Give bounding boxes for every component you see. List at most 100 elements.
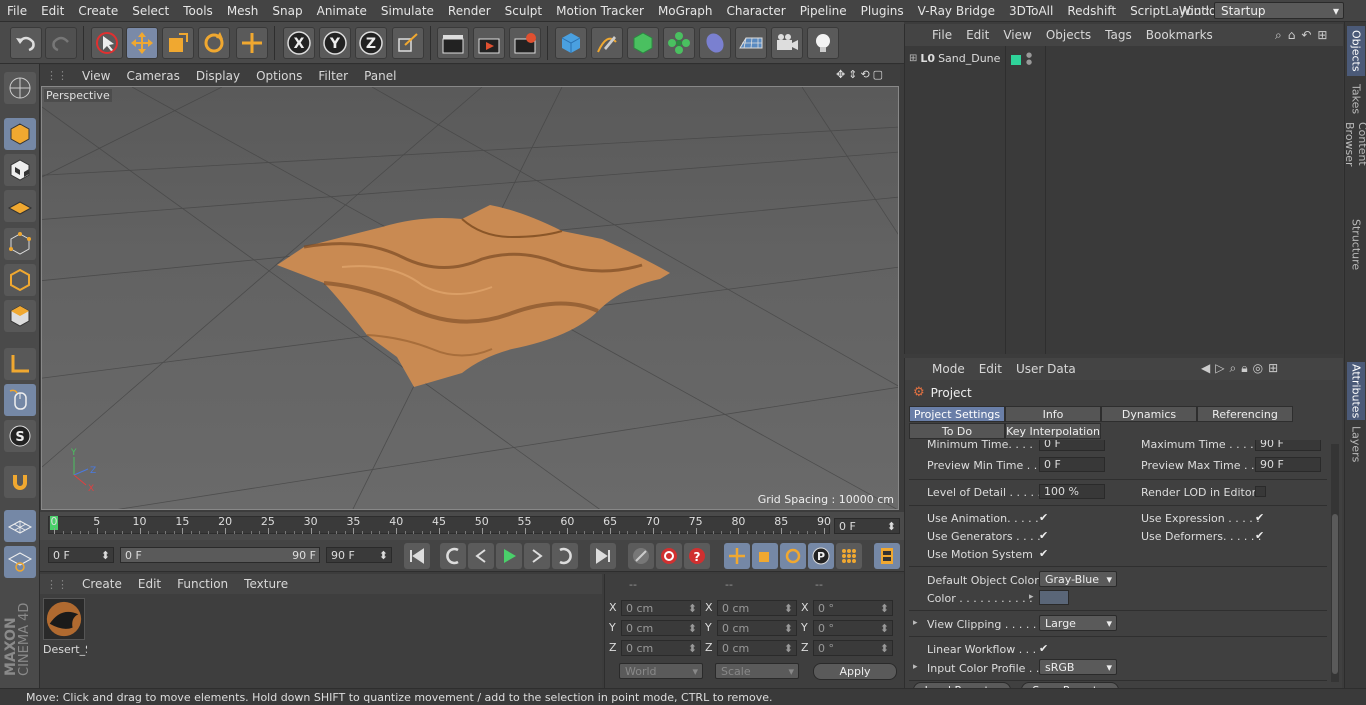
texture-mode-button[interactable] [4,154,36,186]
menu-pipeline[interactable]: Pipeline [793,4,854,18]
layout-dropdown[interactable]: Startup ▾ [1214,2,1344,19]
search-icon[interactable]: ⌕ [1275,28,1282,43]
search-icon[interactable]: ⌕ [1229,361,1236,376]
object-menu-view[interactable]: View [996,28,1038,42]
next-frame-button[interactable] [524,543,550,569]
deformer-button[interactable] [699,27,731,59]
current-frame-field[interactable]: 0 F ⬍ [834,518,900,534]
viewport-menu-view[interactable]: View [74,69,118,83]
coords-scale-dropdown[interactable]: Scale ▾ [715,663,799,679]
coord-rotation-field[interactable]: 0 ° ⬍ [813,640,893,656]
preview-min-field[interactable]: 0 F [1039,457,1105,472]
default-object-color-dropdown[interactable]: Gray-Blue ▾ [1039,571,1117,587]
enable-axis-button[interactable] [4,348,36,380]
snap-toggle-button[interactable]: S [4,420,36,452]
object-row-sand-dune[interactable]: ⊞ L0 Sand_Dune [909,52,1000,65]
menu-create[interactable]: Create [71,4,125,18]
object-menu-tags[interactable]: Tags [1098,28,1139,42]
menu-mesh[interactable]: Mesh [220,4,266,18]
render-lod-checkbox[interactable] [1255,486,1266,497]
end-frame-field[interactable]: 90 F ⬍ [326,547,392,563]
tab-referencing[interactable]: Referencing [1197,406,1293,422]
tweak-mode-button[interactable] [4,384,36,416]
auto-key-button[interactable]: ? [684,543,710,569]
viewport-menu-panel[interactable]: Panel [356,69,404,83]
material-swatch[interactable] [43,598,85,640]
tab-key-interpolation[interactable]: Key Interpolation [1005,423,1101,439]
vtab-takes[interactable]: Takes [1347,80,1365,118]
undo-button[interactable] [10,27,42,59]
material-menu-function[interactable]: Function [169,577,236,591]
menu-motion-tracker[interactable]: Motion Tracker [549,4,651,18]
expand-arrow-icon[interactable]: ▸ [1029,592,1034,602]
vtab-content-browser[interactable]: Content Browser [1343,122,1366,212]
material-menu-create[interactable]: Create [74,577,130,591]
back-arrow-icon[interactable]: ◀ [1201,361,1210,376]
prev-key-button[interactable] [440,543,466,569]
sand-dune-mesh[interactable] [277,205,670,387]
pan-icon[interactable]: ✥ [836,68,845,81]
input-color-profile-dropdown[interactable]: sRGB ▾ [1039,659,1117,675]
menu-select[interactable]: Select [125,4,176,18]
back-icon[interactable]: ↶ [1301,28,1311,43]
menu-render[interactable]: Render [441,4,498,18]
z-axis-lock-button[interactable]: Z [355,27,387,59]
menu-edit[interactable]: Edit [34,4,71,18]
y-axis-lock-button[interactable]: Y [319,27,351,59]
magnet-button[interactable] [4,466,36,498]
prev-frame-button[interactable] [468,543,494,569]
visibility-dots-icon[interactable]: ● ● [1026,52,1032,66]
coord-size-field[interactable]: 0 cm ⬍ [717,620,797,636]
new-window-icon[interactable]: ⊞ [1268,361,1278,376]
dolly-icon[interactable]: ⇕ [848,68,857,81]
coord-position-field[interactable]: 0 cm ⬍ [621,600,701,616]
vtab-structure[interactable]: Structure [1347,216,1365,274]
workplane-mode-button[interactable] [4,190,36,222]
motion-path-button[interactable] [628,543,654,569]
menu-animate[interactable]: Animate [310,4,374,18]
frame-range-slider[interactable]: 0 F 90 F [120,547,320,563]
timeline-window-button[interactable] [874,543,900,569]
object-menu-bookmarks[interactable]: Bookmarks [1139,28,1220,42]
use-deformers-checkbox[interactable]: ✔ [1255,530,1266,541]
color-swatch[interactable] [1039,590,1069,605]
coord-size-field[interactable]: 0 cm ⬍ [717,640,797,656]
light-button[interactable] [807,27,839,59]
orbit-icon[interactable]: ⟲ [860,68,869,81]
new-window-icon[interactable]: ⊞ [1317,28,1327,43]
key-position-button[interactable] [724,543,750,569]
cube-object-button[interactable] [555,27,587,59]
object-menu-objects[interactable]: Objects [1039,28,1098,42]
move-tool-button[interactable] [126,27,158,59]
attribute-menu-mode[interactable]: Mode [925,362,972,376]
render-view-button[interactable] [437,27,469,59]
menu-tools[interactable]: Tools [176,4,220,18]
color-profile-expand-icon[interactable]: ▸ [913,662,918,672]
object-name[interactable]: Sand_Dune [938,52,1000,65]
forward-arrow-icon[interactable]: ▷ [1215,361,1224,376]
object-menu-edit[interactable]: Edit [959,28,996,42]
goto-start-button[interactable] [404,543,430,569]
transform-tool-button[interactable] [236,27,268,59]
goto-end-button[interactable] [590,543,616,569]
use-motion-checkbox[interactable]: ✔ [1039,548,1050,559]
vtab-attributes[interactable]: Attributes [1347,362,1365,420]
floor-button[interactable] [735,27,767,59]
key-pla-button[interactable] [836,543,862,569]
render-settings-button[interactable] [509,27,541,59]
use-animation-checkbox[interactable]: ✔ [1039,512,1050,523]
menu-simulate[interactable]: Simulate [374,4,441,18]
material-name[interactable]: Desert_S [43,643,87,656]
object-menu-file[interactable]: File [925,28,959,42]
lod-field[interactable]: 100 % [1039,484,1105,499]
key-parameter-button[interactable]: P [808,543,834,569]
live-selection-button[interactable] [91,27,123,59]
attribute-menu-user-data[interactable]: User Data [1009,362,1083,376]
viewport-menu-cameras[interactable]: Cameras [118,69,187,83]
camera-button[interactable] [771,27,803,59]
polygons-mode-button[interactable] [4,300,36,332]
subdivision-button[interactable] [627,27,659,59]
target-icon[interactable]: ◎ [1253,361,1263,376]
workplane-rotate-button[interactable] [4,546,36,578]
attribute-scrollbar[interactable] [1331,444,1339,682]
